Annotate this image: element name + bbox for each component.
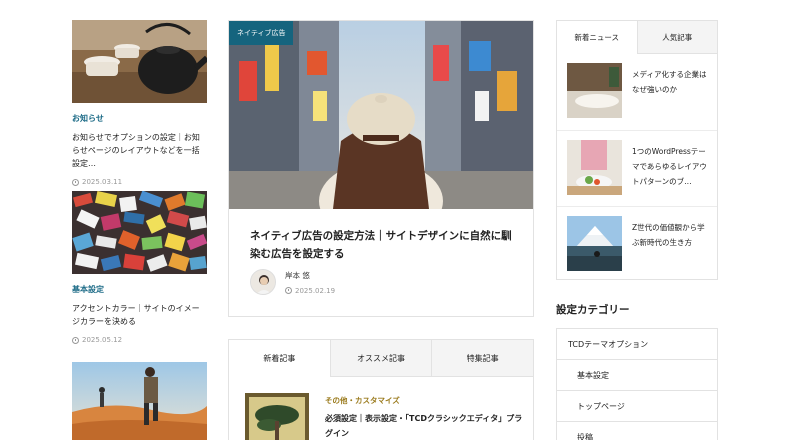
clock-icon bbox=[72, 178, 79, 186]
tab-featured[interactable]: 特集記事 bbox=[431, 340, 534, 377]
news-list-item[interactable]: メディア化する企業はなぜ強いのか bbox=[557, 54, 717, 130]
category-item-top-page[interactable]: トップページ bbox=[557, 391, 717, 422]
article-title[interactable]: お知らせでオプションの設定｜お知らせページのレイアウトなどを一括設定… bbox=[72, 131, 207, 170]
category-list: TCDテーマオプション 基本設定 トップページ 投稿 bbox=[556, 328, 718, 440]
article-card[interactable]: お知らせ お知らせでオプションの設定｜お知らせページのレイアウトなどを一括設定…… bbox=[72, 20, 207, 186]
category-item-posts[interactable]: 投稿 bbox=[557, 422, 717, 440]
category-heading: 設定カテゴリー bbox=[556, 304, 630, 316]
news-box: 新着ニュース 人気記事 メディア化する企業はなぜ強いのか 1つのWordPres… bbox=[556, 20, 718, 280]
tab-popular-articles[interactable]: 人気記事 bbox=[636, 21, 717, 54]
article-title[interactable]: アクセントカラー｜サイトのイメージカラーを決める bbox=[72, 302, 207, 328]
article-card[interactable]: 基本設定 アクセントカラー｜サイトのイメージカラーを決める 2025.05.12 bbox=[72, 191, 207, 344]
news-thumbnail-mountain[interactable] bbox=[567, 216, 622, 271]
news-title[interactable]: メディア化する企業はなぜ強いのか bbox=[632, 67, 712, 97]
news-list-item[interactable]: 1つのWordPressテーマであらゆるレイアウトパターンのブ… bbox=[557, 130, 717, 206]
article-thumbnail-bonsai[interactable] bbox=[245, 393, 309, 440]
news-title[interactable]: Z世代の価値観から学ぶ新時代の生き方 bbox=[632, 220, 712, 250]
news-title[interactable]: 1つのWordPressテーマであらゆるレイアウトパターンのブ… bbox=[632, 144, 712, 189]
tab-article-title[interactable]: 必須設定｜表示設定・「TCDクラシックエディタ」プラグイン bbox=[325, 411, 525, 440]
article-date-text: 2025.03.11 bbox=[82, 178, 123, 186]
tab-latest-news[interactable]: 新着ニュース bbox=[557, 21, 637, 54]
tab-new-articles[interactable]: 新着記事 bbox=[229, 340, 330, 377]
author-avatar bbox=[250, 269, 276, 295]
featured-article[interactable]: ネイティブ広告 ネイティブ広告の設定方法｜サイトデザインに自然に馴染む広告を設定… bbox=[228, 20, 534, 317]
author-name[interactable]: 岸本 悠 bbox=[285, 270, 335, 281]
category-item-basic-settings[interactable]: 基本設定 bbox=[557, 360, 717, 391]
featured-image[interactable]: ネイティブ広告 bbox=[229, 21, 533, 209]
tab-recommended[interactable]: オススメ記事 bbox=[329, 340, 432, 377]
news-tabs: 新着ニュース 人気記事 bbox=[557, 21, 717, 54]
article-date: 2025.03.11 bbox=[72, 178, 207, 186]
author-info: 岸本 悠 2025.02.19 bbox=[250, 269, 335, 295]
article-card[interactable] bbox=[72, 362, 207, 440]
article-category[interactable]: 基本設定 bbox=[72, 284, 207, 295]
featured-date: 2025.02.19 bbox=[285, 287, 335, 295]
tab-article-category[interactable]: その他・カスタマイズ bbox=[325, 395, 400, 406]
article-tabs: 新着記事 オススメ記事 特集記事 bbox=[229, 340, 534, 377]
article-category[interactable]: お知らせ bbox=[72, 113, 207, 124]
news-thumbnail-food[interactable] bbox=[567, 140, 622, 195]
article-thumbnail-desert[interactable] bbox=[72, 362, 207, 440]
featured-date-text: 2025.02.19 bbox=[295, 286, 336, 295]
article-tab-box: 新着記事 オススメ記事 特集記事 その他・カスタマイズ 必須設定｜表示設定・「T… bbox=[228, 339, 534, 440]
category-item-theme-options[interactable]: TCDテーマオプション bbox=[557, 329, 717, 360]
native-ad-badge: ネイティブ広告 bbox=[229, 21, 294, 45]
article-date: 2025.05.12 bbox=[72, 336, 207, 344]
article-date-text: 2025.05.12 bbox=[82, 336, 123, 344]
news-thumbnail-bath[interactable] bbox=[567, 63, 622, 118]
news-list-item[interactable]: Z世代の価値観から学ぶ新時代の生き方 bbox=[557, 206, 717, 282]
article-thumbnail-labels[interactable] bbox=[72, 191, 207, 274]
clock-icon bbox=[72, 336, 79, 344]
clock-icon bbox=[285, 287, 292, 294]
article-thumbnail-teapot[interactable] bbox=[72, 20, 207, 103]
featured-title[interactable]: ネイティブ広告の設定方法｜サイトデザインに自然に馴染む広告を設定する bbox=[250, 227, 520, 263]
